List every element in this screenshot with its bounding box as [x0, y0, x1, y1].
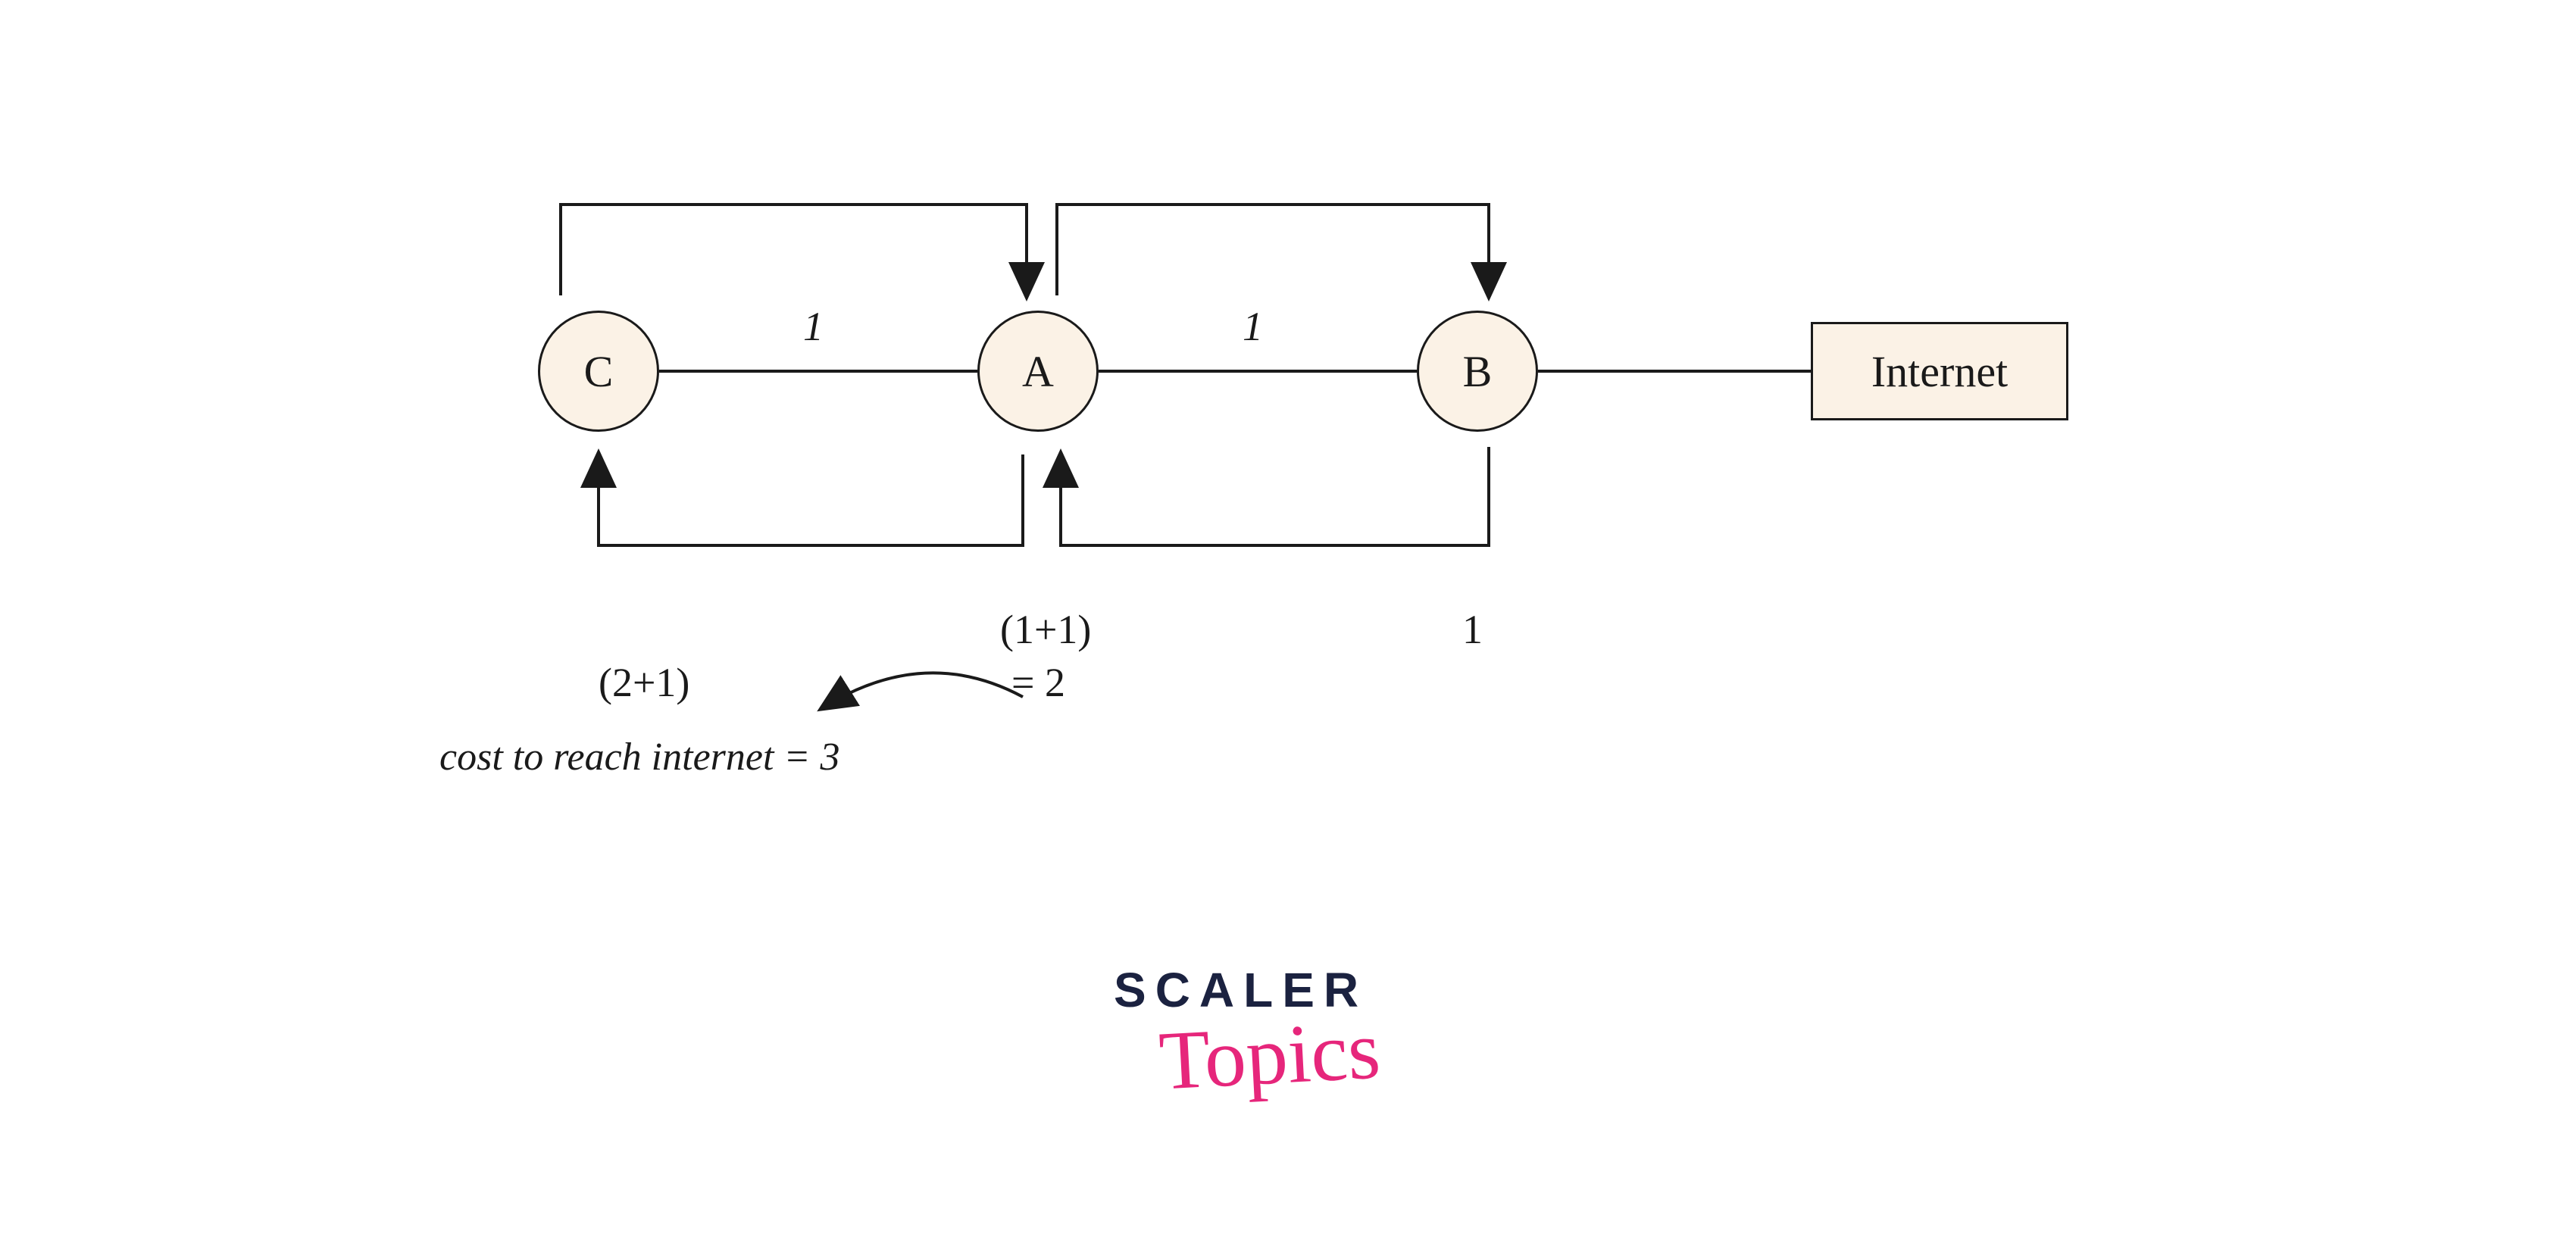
node-a: A — [977, 311, 1099, 432]
internet-box: Internet — [1811, 322, 2068, 420]
cost-a-line1: (1+1) — [1000, 606, 1091, 653]
edge-weight-ca: 1 — [803, 303, 824, 350]
edge-weight-ab: 1 — [1243, 303, 1263, 350]
cost-c-explanation: cost to reach internet = 3 — [439, 735, 840, 779]
cost-c-line1: (2+1) — [599, 659, 689, 706]
node-c: C — [538, 311, 659, 432]
node-a-label: A — [1022, 346, 1054, 397]
internet-label: Internet — [1871, 346, 2008, 397]
cost-b: 1 — [1462, 606, 1483, 653]
cost-a-line2: = 2 — [1011, 659, 1065, 706]
logo-topics: Topics — [1157, 1001, 1383, 1109]
node-c-label: C — [584, 346, 614, 397]
node-b: B — [1417, 311, 1538, 432]
node-b-label: B — [1463, 346, 1493, 397]
diagram-canvas: C A B Internet 1 1 1 (1+1) = 2 (2+1) cos… — [0, 0, 2576, 1240]
